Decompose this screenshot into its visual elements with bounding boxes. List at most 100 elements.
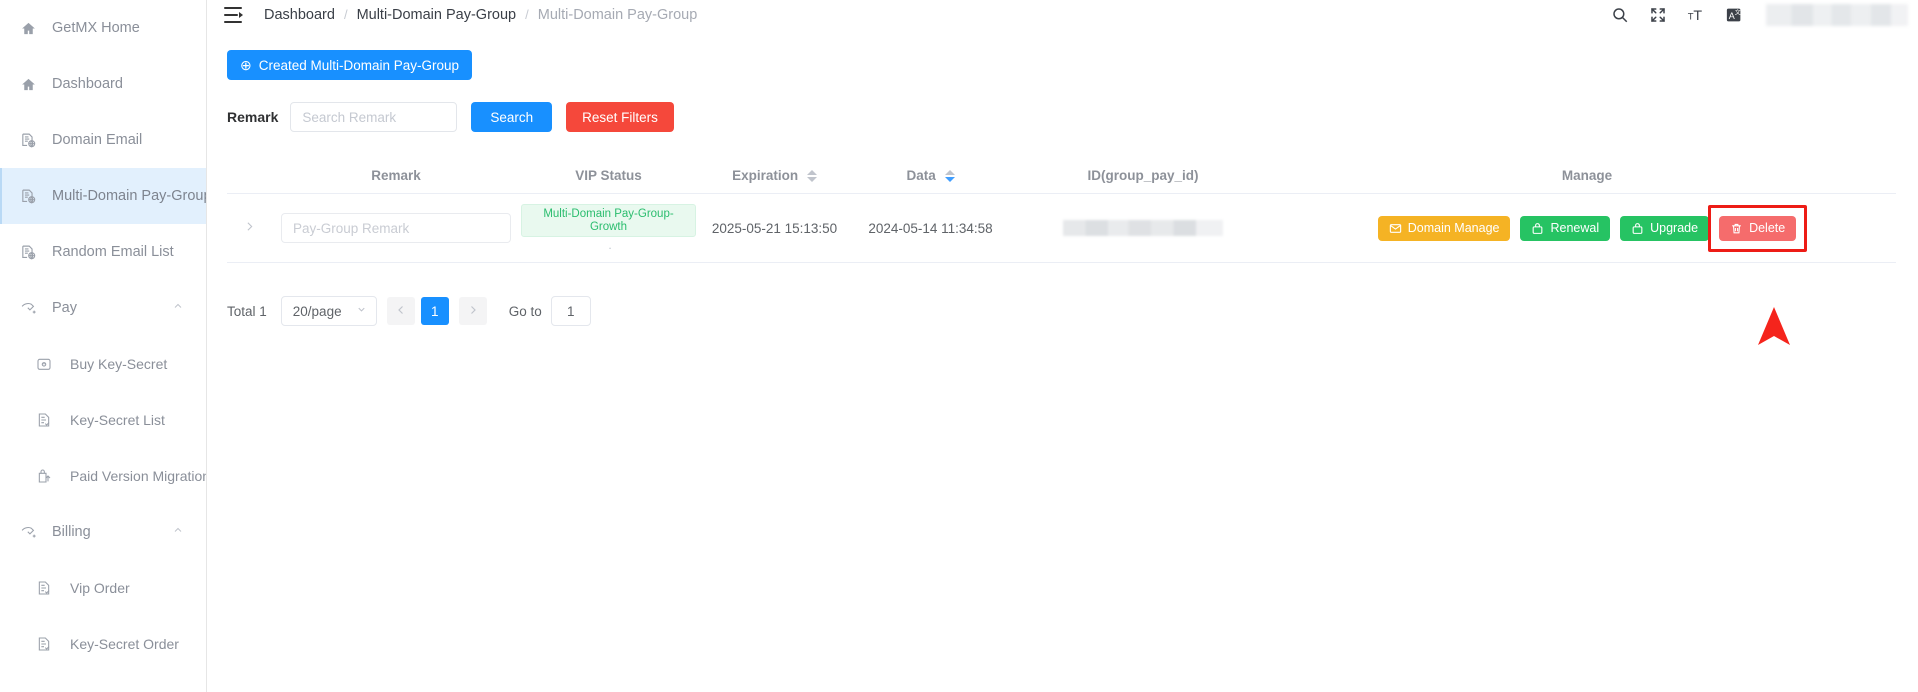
domain-mail-icon <box>18 242 38 262</box>
upgrade-button[interactable]: Upgrade <box>1620 215 1710 241</box>
vip-status-suffix: . <box>608 238 612 253</box>
manage-button-group: Domain Manage Renewal Upgrade Delete <box>1377 204 1808 252</box>
font-size-icon[interactable]: T T <box>1686 5 1706 25</box>
sidebar-group-referral-program[interactable]: Referral Program <box>0 672 206 692</box>
domain-manage-label: Domain Manage <box>1407 221 1500 235</box>
sidebar-group-pay[interactable]: Pay <box>0 280 206 336</box>
delete-button-highlight-box: Delete <box>1708 204 1808 252</box>
page-size-select[interactable]: 20/page <box>280 296 377 326</box>
breadcrumb: Dashboard / Multi-Domain Pay-Group / Mul… <box>264 7 697 23</box>
wallet-icon <box>34 354 54 374</box>
search-button[interactable]: Search <box>471 102 553 132</box>
sidebar-item-domain-email[interactable]: Domain Email <box>0 112 206 168</box>
filter-bar: Remark Search Reset Filters <box>227 102 1896 132</box>
breadcrumb-item-multi-domain-pay-group[interactable]: Multi-Domain Pay-Group <box>357 7 517 23</box>
delete-label: Delete <box>1749 221 1786 235</box>
cell-remark <box>271 213 521 243</box>
sidebar-item-buy-key-secret[interactable]: Buy Key-Secret <box>0 336 206 392</box>
sidebar-item-label: Domain Email <box>52 132 143 148</box>
mail-icon <box>1389 222 1402 235</box>
renewal-label: Renewal <box>1550 221 1600 235</box>
domain-manage-button[interactable]: Domain Manage <box>1377 215 1511 241</box>
pagination-goto-label: Go to <box>508 303 542 319</box>
sidebar-item-label: Random Email List <box>52 244 174 260</box>
page-content: ⊕ Created Multi-Domain Pay-Group Remark … <box>207 29 1918 326</box>
sidebar-item-vip-order[interactable]: Vip Order <box>0 560 206 616</box>
remark-search-input[interactable] <box>290 102 458 132</box>
sidebar-item-label: Buy Key-Secret <box>70 356 168 372</box>
sidebar-item-dashboard[interactable]: Dashboard <box>0 56 206 112</box>
cell-expiration: 2025-05-21 15:13:50 <box>711 220 838 236</box>
pagination-next-button[interactable] <box>458 297 487 325</box>
column-header-expiration[interactable]: Expiration <box>696 168 853 183</box>
sidebar-item-label: Vip Order <box>70 580 130 596</box>
doc-check-icon <box>34 634 54 654</box>
sort-toggle-data[interactable] <box>944 170 955 183</box>
row-remark-input[interactable] <box>281 213 511 243</box>
delete-button[interactable]: Delete <box>1719 215 1797 241</box>
pagination-goto-input[interactable] <box>550 296 591 326</box>
pay-group-table: Remark VIP Status Expiration Data ID(gro… <box>227 158 1896 263</box>
page-size-label: 20/page <box>292 303 342 319</box>
svg-text:A: A <box>1729 10 1735 20</box>
search-icon[interactable] <box>1610 5 1630 25</box>
column-header-manage: Manage <box>1561 168 1613 183</box>
renewal-button[interactable]: Renewal <box>1520 215 1611 241</box>
pagination: Total 1 20/page 1 Go to 1 <box>227 296 1896 326</box>
sidebar-item-getmx-home[interactable]: GetMX Home <box>0 0 206 56</box>
sidebar-item-label: Billing <box>52 524 91 540</box>
domain-mail-icon <box>18 130 38 150</box>
sidebar-item-label: Dashboard <box>52 76 123 92</box>
translate-icon[interactable]: A 文 <box>1724 5 1744 25</box>
chevron-right-icon <box>243 220 256 236</box>
sidebar: GetMX Home Dashboard Domain Email Multi-… <box>0 0 207 692</box>
pagination-prev-button[interactable] <box>386 297 415 325</box>
user-profile-redacted[interactable] <box>1766 3 1908 26</box>
trash-icon <box>1730 222 1743 235</box>
breadcrumb-item-dashboard[interactable]: Dashboard <box>264 7 335 23</box>
group-pay-id-redacted <box>1063 220 1223 237</box>
sidebar-item-key-secret-order[interactable]: Key-Secret Order <box>0 616 206 672</box>
topbar-actions: T T A 文 <box>1610 0 1918 29</box>
sidebar-item-paid-version-migration[interactable]: Paid Version Migration <box>0 448 206 504</box>
chevron-up-icon <box>172 524 184 540</box>
sidebar-group-billing[interactable]: Billing <box>0 504 206 560</box>
row-expand-toggle[interactable] <box>227 220 271 236</box>
home-icon <box>18 74 38 94</box>
upload-bag-icon <box>34 466 54 486</box>
cell-data: 2024-05-14 11:34:58 <box>868 220 993 236</box>
plus-circle-icon: ⊕ <box>240 57 252 73</box>
annotation-arrow-to-delete <box>1758 307 1790 533</box>
sidebar-item-key-secret-list[interactable]: Key-Secret List <box>0 392 206 448</box>
create-multi-domain-pay-group-button[interactable]: ⊕ Created Multi-Domain Pay-Group <box>227 50 473 80</box>
pay-icon <box>18 522 38 542</box>
column-header-data-label: Data <box>906 168 936 183</box>
pagination-page-1[interactable]: 1 <box>420 297 449 325</box>
domain-mail-icon <box>18 186 38 206</box>
sidebar-item-label: Paid Version Migration <box>70 468 207 484</box>
table-row: Multi-Domain Pay-Group-Growth. 2025-05-2… <box>227 194 1896 263</box>
create-button-label: Created Multi-Domain Pay-Group <box>258 57 460 73</box>
reset-filters-button[interactable]: Reset Filters <box>566 102 674 132</box>
pay-icon <box>18 298 38 318</box>
sidebar-item-label: GetMX Home <box>52 20 140 36</box>
sidebar-item-multi-domain-pay-group[interactable]: Multi-Domain Pay-Group <box>0 168 206 224</box>
svg-text:T: T <box>1693 8 1702 24</box>
sort-toggle-expiration[interactable] <box>806 170 817 183</box>
chevron-left-icon <box>395 304 407 319</box>
chevron-up-icon <box>172 300 184 316</box>
column-header-remark: Remark <box>371 168 421 183</box>
sidebar-item-random-email-list[interactable]: Random Email List <box>0 224 206 280</box>
column-header-data[interactable]: Data <box>853 168 1008 183</box>
upgrade-label: Upgrade <box>1650 221 1699 235</box>
breadcrumb-item-current: Multi-Domain Pay-Group <box>537 6 698 23</box>
fullscreen-icon[interactable] <box>1648 5 1668 25</box>
sidebar-item-label: Key-Secret List <box>70 412 165 428</box>
remark-filter-label: Remark <box>227 109 279 125</box>
pagination-total: Total 1 <box>227 303 267 319</box>
cell-manage: Domain Manage Renewal Upgrade Delete <box>1278 204 1896 252</box>
cell-group-pay-id <box>1008 220 1278 237</box>
lock-bag-icon <box>1631 222 1644 235</box>
hamburger-collapse-icon[interactable] <box>224 6 243 23</box>
breadcrumb-separator: / <box>343 7 348 22</box>
